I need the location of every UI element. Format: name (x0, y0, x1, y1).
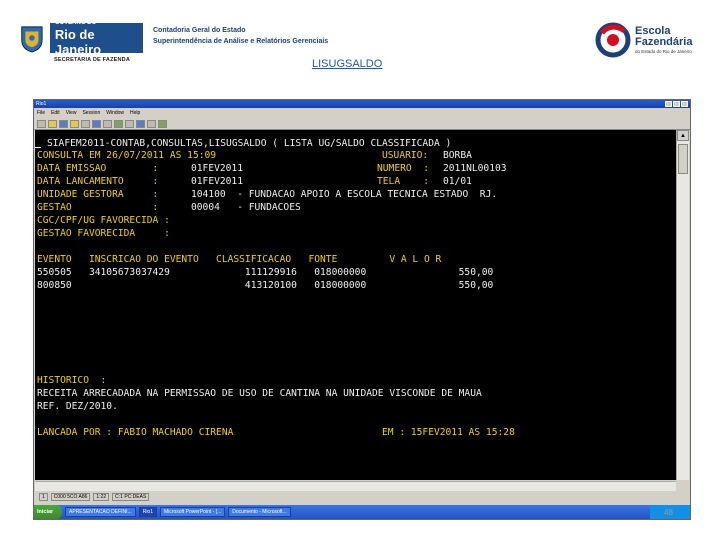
usuario-label: USUARIO: (382, 150, 429, 161)
gestao-label: GESTAO : (37, 202, 159, 213)
slide-title[interactable]: LISUGSALDO (312, 58, 382, 70)
secretariat-label: SECRETARIA DE FAZENDA (54, 57, 131, 63)
status-cell: 1:22 (93, 493, 110, 501)
escola-text: Escola Fazendária do Estado do Rio de Ja… (635, 26, 693, 55)
page-number: 48 (664, 508, 673, 517)
scroll-thumb[interactable] (678, 144, 688, 174)
historico-line-1: RECEITA ARRECADADA NA PERMISSAO DE USO D… (37, 388, 482, 399)
menu-file[interactable]: File (37, 110, 45, 116)
taskbar-item[interactable]: APRESENTACAO DEFINI... (65, 507, 136, 517)
header-line-2: Superintendência de Análise e Relatórios… (153, 38, 329, 45)
toolbar-open-icon[interactable] (37, 119, 46, 128)
menu-view[interactable]: View (66, 110, 77, 116)
data-lancamento-value: 01FEV2011 (191, 176, 243, 187)
cursor (35, 147, 41, 148)
escola-ring-icon (595, 22, 631, 58)
window-titlebar[interactable]: Rio1 (34, 100, 690, 108)
government-logo: GOVERNO DO Rio de Janeiro (18, 18, 143, 58)
minimize-button[interactable] (665, 101, 672, 107)
unidade-gestora-value: 104100 - FUNDACAO APOIO A ESCOLA TECNICA… (191, 189, 498, 200)
data-lancamento-label: DATA LANCAMENTO : (37, 176, 159, 187)
toolbar-disconnect-icon[interactable] (125, 119, 134, 128)
cgc-favorecida-label: CGC/CPF/UG FAVORECIDA : (37, 215, 170, 226)
toolbar-cut-icon[interactable] (81, 119, 90, 128)
usuario-value: BORBA (443, 150, 472, 161)
status-cell: C000 5CO A86 (50, 493, 91, 501)
taskbar-item[interactable]: Documento - Microsoft... (228, 507, 291, 517)
government-small-label: GOVERNO DO (54, 19, 97, 26)
lancada-por-label: LANCADA POR : FABIO MACHADO CIRENA (37, 427, 234, 438)
maximize-button[interactable] (673, 101, 680, 107)
status-cell: C:1 PC:DEAS (112, 493, 150, 501)
escola-fazendaria-logo: Escola Fazendária do Estado do Rio de Ja… (594, 20, 706, 60)
menu-edit[interactable]: Edit (51, 110, 60, 116)
scroll-up-icon[interactable]: ▲ (677, 130, 689, 141)
taskbar-item[interactable]: Rio1 (138, 507, 157, 517)
close-button[interactable] (681, 101, 688, 107)
numero-label: NUMERO : (377, 163, 429, 174)
toolbar-save-icon[interactable] (59, 119, 68, 128)
toolbar-paste-icon[interactable] (103, 119, 112, 128)
status-cell: 1 (39, 493, 48, 501)
slide-page: GOVERNO DO Rio de Janeiro SECRETARIA DE … (0, 0, 720, 540)
menu-window[interactable]: Window (106, 110, 124, 116)
tela-value: 01/01 (443, 176, 472, 187)
terminal-window: Rio1 File Edit View Session Window Help (33, 99, 691, 520)
start-button[interactable]: Iniciar (34, 505, 62, 519)
coat-of-arms-icon (21, 26, 43, 53)
numero-value: 2011NL00103 (443, 163, 507, 174)
toolbar-copy-icon[interactable] (92, 119, 101, 128)
historico-line-2: REF. DEZ/2010. (37, 401, 118, 412)
terminal-screen[interactable]: SIAFEM2011-CONTAB,CONSULTAS,LISUGSALDO (… (35, 130, 676, 480)
header-text: Contadoria Geral do Estado Superintendên… (153, 25, 328, 47)
taskbar-item[interactable]: Microsoft PowerPoint - [... (160, 507, 226, 517)
command-line: SIAFEM2011-CONTAB,CONSULTAS,LISUGSALDO (… (47, 138, 452, 149)
table-header: EVENTO INSCRICAO DO EVENTO CLASSIFICACAO… (37, 254, 442, 265)
unidade-gestora-label: UNIDADE GESTORA : (37, 189, 159, 200)
vertical-scrollbar[interactable]: ▲ (676, 130, 689, 480)
horizontal-scrollbar[interactable] (35, 481, 676, 491)
menu-bar: File Edit View Session Window Help (34, 108, 690, 118)
tela-label: TELA : (377, 176, 429, 187)
menu-session[interactable]: Session (82, 110, 100, 116)
window-controls (665, 101, 690, 107)
toolbar-settings-icon[interactable] (147, 119, 156, 128)
toolbar-help-icon[interactable] (158, 119, 167, 128)
toolbar-folder-icon[interactable] (48, 119, 57, 128)
header-line-1: Contadoria Geral do Estado (153, 27, 246, 34)
window-title: Rio1 (36, 101, 47, 107)
historico-label: HISTORICO : (37, 375, 107, 386)
taskbar: Iniciar APRESENTACAO DEFINI... Rio1 Micr… (34, 505, 690, 519)
table-row: 550505 34105673037429 111129916 01800000… (37, 267, 494, 278)
data-emissao-value: 01FEV2011 (191, 163, 243, 174)
government-state-label: Rio de Janeiro (54, 26, 102, 57)
toolbar-print-icon[interactable] (70, 119, 79, 128)
toolbar (34, 118, 690, 130)
gestao-favorecida-label: GESTAO FAVORECIDA : (37, 228, 170, 239)
toolbar-connect-icon[interactable] (114, 119, 123, 128)
menu-help[interactable]: Help (130, 110, 140, 116)
escola-line-3: do Estado do Rio de Janeiro (635, 49, 692, 54)
lancada-em-label: EM : 15FEV2011 AS 15:28 (382, 427, 515, 438)
government-name-box: GOVERNO DO Rio de Janeiro (49, 19, 143, 57)
table-row: 800850 413120100 018000000 550,00 (37, 280, 494, 291)
escola-line-2: Fazendária (635, 36, 693, 48)
status-bar: 1 C000 5CO A86 1:22 C:1 PC:DEAS (35, 492, 690, 502)
gestao-value: 00004 - FUNDACOES (191, 202, 301, 213)
data-emissao-label: DATA EMISSAO : (37, 163, 159, 174)
toolbar-macro-icon[interactable] (136, 119, 145, 128)
consulta-label: CONSULTA EM 26/07/2011 AS 15:09 (37, 150, 217, 161)
